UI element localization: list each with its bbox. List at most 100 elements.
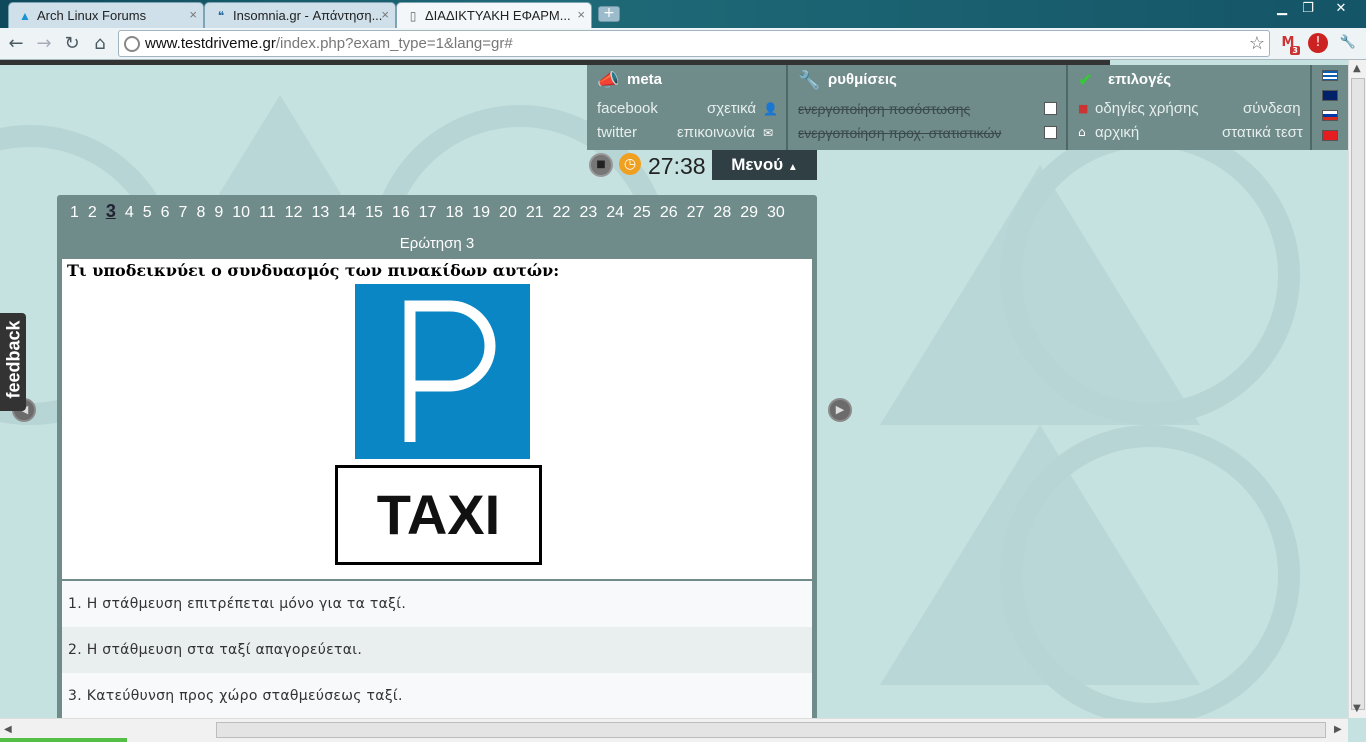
home-button[interactable]: ⌂	[88, 32, 112, 56]
timer-display: 27:38	[648, 153, 706, 179]
top-menu: 📣 meta facebook σχετικά 👤 twitter επικοι…	[587, 65, 1348, 150]
question-number-18[interactable]: 18	[445, 204, 463, 222]
tab-insomnia[interactable]: ❝ Insomnia.gr - Απάντηση... ×	[204, 2, 396, 28]
vertical-scrollbar[interactable]: ▲ ▼	[1348, 60, 1366, 718]
minimize-button[interactable]: ▁	[1269, 0, 1295, 18]
facebook-link[interactable]: facebook	[597, 100, 658, 117]
static-tests-link[interactable]: στατικά τεστ	[1222, 124, 1303, 141]
about-link[interactable]: σχετικά	[707, 100, 756, 117]
question-number-16[interactable]: 16	[392, 204, 410, 222]
bookmark-star-icon[interactable]: ☆	[1249, 33, 1265, 54]
question-number-29[interactable]: 29	[740, 204, 758, 222]
scroll-down-icon[interactable]: ▼	[1353, 703, 1361, 714]
question-number-11[interactable]: 11	[259, 204, 276, 222]
question-number-12[interactable]: 12	[285, 204, 303, 222]
question-number-13[interactable]: 13	[311, 204, 329, 222]
wrench-icon[interactable]: 🔧	[1338, 33, 1358, 53]
watermark-triangle	[880, 425, 1200, 685]
question-number-6[interactable]: 6	[161, 204, 170, 222]
back-button[interactable]: ←	[4, 32, 28, 56]
question-number-28[interactable]: 28	[713, 204, 731, 222]
question-number-21[interactable]: 21	[526, 204, 544, 222]
question-number-7[interactable]: 7	[179, 204, 188, 222]
taxi-sign-image: TAXI	[335, 465, 542, 565]
reload-button[interactable]: ↻	[60, 32, 84, 56]
home-icon: ⌂	[1078, 125, 1086, 139]
question-number-1[interactable]: 1	[70, 204, 79, 222]
person-icon: 👤	[763, 102, 778, 116]
url-path: /index.php?exam_type=1&lang=gr#	[275, 35, 513, 52]
horizontal-scroll-thumb[interactable]	[216, 722, 1326, 738]
scroll-left-icon[interactable]: ◀	[4, 724, 12, 735]
stop-button[interactable]: ■	[589, 153, 613, 177]
close-icon[interactable]: ×	[189, 7, 197, 22]
download-extension-icon[interactable]: !	[1308, 33, 1328, 53]
checkmark-icon: ✔	[1078, 70, 1094, 91]
tab-arch-forums[interactable]: ▲ Arch Linux Forums ×	[8, 2, 204, 28]
question-number-3[interactable]: 3	[106, 201, 116, 222]
scroll-right-icon[interactable]: ▶	[1334, 724, 1342, 735]
choices-section: ✔ επιλογές ■ οδηγίες χρήσης σύνδεση ⌂ αρ…	[1068, 65, 1312, 150]
question-number-22[interactable]: 22	[553, 204, 571, 222]
menu-label: Μενού	[731, 155, 784, 174]
russian-flag-icon[interactable]	[1322, 110, 1338, 121]
gmail-icon[interactable]: M3	[1278, 33, 1300, 55]
question-number-2[interactable]: 2	[88, 204, 97, 222]
close-icon[interactable]: ×	[577, 7, 585, 22]
question-number-24[interactable]: 24	[606, 204, 624, 222]
megaphone-icon: 📣	[597, 70, 620, 91]
question-number-14[interactable]: 14	[338, 204, 356, 222]
twitter-link[interactable]: twitter	[597, 124, 637, 141]
question-number-30[interactable]: 30	[767, 204, 785, 222]
greek-flag-icon[interactable]	[1322, 70, 1338, 81]
answer-option-2[interactable]: 2. Η στάθμευση στα ταξί απαγορεύεται.	[62, 627, 812, 673]
uk-flag-icon[interactable]	[1322, 90, 1338, 101]
answer-option-1[interactable]: 1. Η στάθμευση επιτρέπεται μόνο για τα τ…	[62, 581, 812, 627]
question-number-17[interactable]: 17	[419, 204, 437, 222]
close-icon[interactable]: ×	[381, 7, 389, 22]
browser-titlebar: ▲ Arch Linux Forums × ❝ Insomnia.gr - Απ…	[0, 0, 1366, 28]
question-number-8[interactable]: 8	[196, 204, 205, 222]
tab-testdriveme[interactable]: ▯ ΔΙΑΔΙΚΤΥΑΚΗ ΕΦΑΡΜ... ×	[396, 2, 592, 28]
question-number-15[interactable]: 15	[365, 204, 383, 222]
contact-link[interactable]: επικοινωνία	[677, 124, 755, 141]
timer-bar: ■ ◷ 27:38 Μενού ▲	[587, 150, 817, 180]
question-number-23[interactable]: 23	[579, 204, 597, 222]
question-number-5[interactable]: 5	[143, 204, 152, 222]
stats-checkbox[interactable]	[1044, 126, 1057, 139]
question-number-4[interactable]: 4	[125, 204, 134, 222]
percentage-checkbox[interactable]	[1044, 102, 1057, 115]
instructions-link[interactable]: οδηγίες χρήσης	[1095, 100, 1199, 117]
restore-button[interactable]: ❐	[1295, 0, 1321, 18]
question-number-19[interactable]: 19	[472, 204, 490, 222]
albanian-flag-icon[interactable]	[1322, 130, 1338, 141]
question-number-20[interactable]: 20	[499, 204, 517, 222]
question-number-25[interactable]: 25	[633, 204, 651, 222]
question-text: Τι υποδεικνύει ο συνδυασμός των πινακίδω…	[67, 261, 560, 280]
question-number-27[interactable]: 27	[687, 204, 705, 222]
quiz-panel: 1 2 3 4 5 6 7 8 9 10 11 12 13 14 15 16 17 18 19 20 21 22 23 24 2…	[57, 195, 817, 718]
feedback-tab[interactable]: feedback	[0, 313, 26, 411]
tab-title: Arch Linux Forums	[37, 8, 147, 23]
question-number-9[interactable]: 9	[214, 204, 223, 222]
watermark-triangle	[880, 165, 1200, 425]
settings-title: ρυθμίσεις	[828, 71, 897, 88]
question-number-10[interactable]: 10	[232, 204, 250, 222]
scroll-up-icon[interactable]: ▲	[1353, 63, 1361, 74]
horizontal-scrollbar[interactable]: ◀ ▶	[0, 718, 1348, 742]
next-question-arrow-icon[interactable]: ▶	[828, 398, 852, 422]
address-bar[interactable]: www.testdriveme.gr/index.php?exam_type=1…	[118, 30, 1270, 57]
forward-button[interactable]: →	[32, 32, 56, 56]
parking-p-icon	[404, 300, 496, 442]
close-window-button[interactable]: ✕	[1328, 0, 1354, 18]
new-tab-button[interactable]: +	[598, 6, 620, 22]
status-progress-bar	[0, 738, 127, 742]
home-link[interactable]: αρχική	[1095, 124, 1139, 141]
arch-icon: ▲	[19, 9, 31, 23]
answer-option-3[interactable]: 3. Κατεύθυνση προς χώρο σταθμεύσεως ταξί…	[62, 673, 812, 718]
login-link[interactable]: σύνδεση	[1243, 100, 1301, 117]
vertical-scroll-thumb[interactable]	[1351, 78, 1365, 710]
caret-up-icon: ▲	[787, 162, 798, 173]
question-number-26[interactable]: 26	[660, 204, 678, 222]
menu-button[interactable]: Μενού ▲	[712, 150, 817, 180]
